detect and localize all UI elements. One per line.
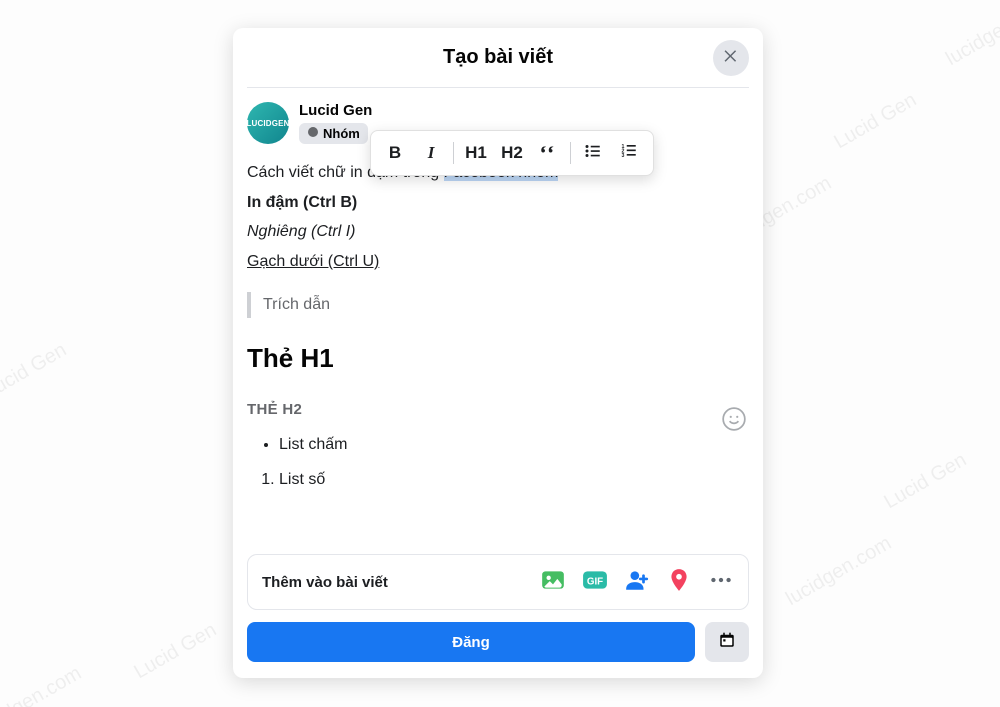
tag-people-button[interactable] (624, 569, 650, 595)
addons-bar: Thêm vào bài viết GIF (247, 554, 749, 610)
close-button[interactable] (713, 40, 749, 76)
author-name: Lucid Gen (299, 102, 372, 119)
avatar[interactable]: LUCIDGEN (247, 102, 289, 144)
composer-italic-line[interactable]: Nghiêng (Ctrl I) (247, 219, 749, 245)
photo-video-button[interactable] (540, 569, 566, 595)
composer-h2[interactable]: THẺ H2 (247, 398, 749, 422)
post-button[interactable]: Đăng (247, 622, 695, 662)
tag-people-icon (624, 567, 650, 598)
quote-icon (539, 142, 557, 165)
list-item[interactable]: List số (279, 467, 749, 493)
more-icon (708, 567, 734, 598)
composer-ul[interactable]: List chấm (247, 432, 749, 458)
bullet-list-icon (584, 142, 602, 165)
gif-icon: GIF (582, 567, 608, 598)
svg-text:3: 3 (622, 153, 625, 159)
gif-button[interactable]: GIF (582, 569, 608, 595)
format-bold-button[interactable]: B (379, 137, 411, 169)
svg-text:GIF: GIF (587, 576, 603, 587)
create-post-modal: Tạo bài viết LUCIDGEN Lucid Gen Nhóm (233, 28, 763, 678)
numbered-list-icon: 123 (620, 142, 638, 165)
list-item[interactable]: List chấm (279, 432, 749, 458)
calendar-icon (718, 631, 736, 654)
modal-footer: Đăng (233, 622, 763, 678)
format-quote-button[interactable] (532, 137, 564, 169)
photo-icon (540, 567, 566, 598)
schedule-button[interactable] (705, 622, 749, 662)
format-h2-button[interactable]: H2 (496, 137, 528, 169)
format-italic-button[interactable]: I (415, 137, 447, 169)
location-icon (666, 567, 692, 598)
smile-icon (721, 419, 747, 436)
format-bullet-list-button[interactable] (577, 137, 609, 169)
emoji-button[interactable] (721, 406, 749, 434)
composer-quote[interactable]: Trích dẫn (247, 292, 749, 318)
modal-header: Tạo bài viết (247, 28, 749, 88)
audience-chip[interactable]: Nhóm (299, 123, 368, 144)
audience-label: Nhóm (323, 126, 360, 141)
format-numbered-list-button[interactable]: 123 (613, 137, 645, 169)
composer-underline-line[interactable]: Gạch dưới (Ctrl U) (247, 249, 749, 275)
addons-label: Thêm vào bài viết (262, 574, 388, 591)
close-icon (722, 47, 740, 70)
modal-title: Tạo bài viết (443, 46, 553, 69)
more-button[interactable] (708, 569, 734, 595)
group-icon (307, 126, 319, 141)
composer-h1[interactable]: Thẻ H1 (247, 338, 749, 380)
format-h1-button[interactable]: H1 (460, 137, 492, 169)
format-toolbar: B I H1 H2 123 (370, 130, 654, 176)
composer-bold-line[interactable]: In đậm (Ctrl B) (247, 190, 749, 216)
composer-area[interactable]: Cách viết chữ in đậm trong Facebook nhóm… (247, 160, 749, 493)
composer-ol[interactable]: List số (247, 467, 749, 493)
location-button[interactable] (666, 569, 692, 595)
